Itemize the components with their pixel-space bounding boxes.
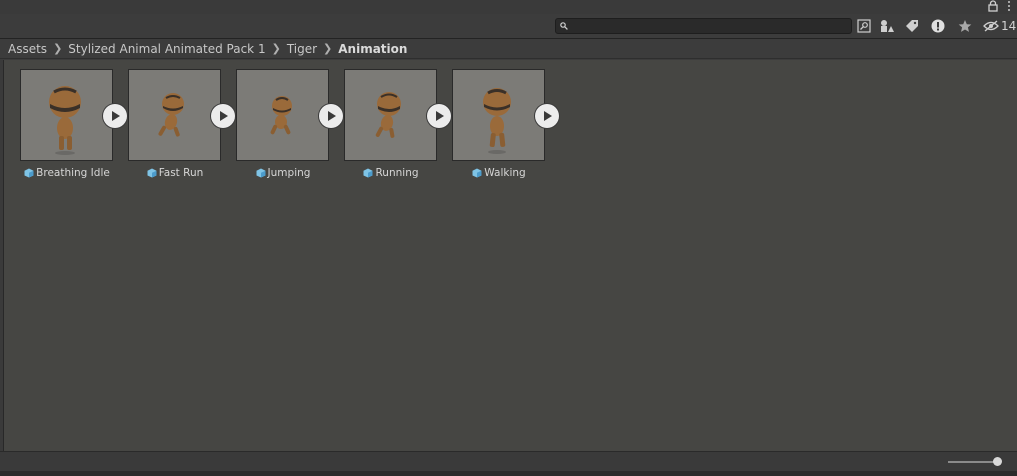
window-title-bar (0, 0, 1017, 14)
breadcrumb-item-tiger[interactable]: Tiger (287, 42, 317, 56)
asset-thumbnail[interactable] (452, 69, 545, 161)
breadcrumb-item-current: Animation (338, 41, 408, 56)
asset-thumbnail[interactable] (236, 69, 329, 161)
tiger-character-preview (49, 86, 81, 155)
project-toolbar: 14 (0, 14, 1017, 39)
filter-by-label-icon[interactable] (902, 17, 922, 35)
tiger-character-preview (483, 88, 511, 154)
asset-label: Fast Run (128, 167, 222, 179)
asset-label: Breathing Idle (20, 167, 114, 179)
play-animation-button[interactable] (319, 104, 343, 128)
tiger-character-preview (375, 92, 401, 138)
asset-thumbnail[interactable] (344, 69, 437, 161)
filter-by-type-icon[interactable] (877, 17, 897, 35)
tiger-character-preview (270, 96, 292, 135)
prefab-cube-icon (256, 168, 266, 178)
kebab-menu-icon[interactable] (1007, 1, 1011, 13)
prefab-cube-icon (24, 168, 34, 178)
prefab-cube-icon (363, 168, 373, 178)
zoom-slider-handle[interactable] (993, 457, 1002, 466)
search-icon (560, 22, 568, 30)
asset-thumbnail[interactable] (128, 69, 221, 161)
bottom-edge (0, 471, 1017, 476)
play-animation-button[interactable] (427, 104, 451, 128)
breadcrumb-item-assets[interactable]: Assets (8, 42, 47, 56)
tiger-character-preview (158, 93, 184, 137)
log-type-icon[interactable] (928, 17, 948, 35)
breadcrumb-item-pack[interactable]: Stylized Animal Animated Pack 1 (68, 42, 265, 56)
asset-label: Walking (452, 167, 546, 179)
asset-thumbnail[interactable] (20, 69, 113, 161)
asset-label: Running (344, 167, 438, 179)
play-animation-button[interactable] (535, 104, 559, 128)
hidden-packages-toggle[interactable]: 14 (983, 17, 1016, 35)
chevron-right-icon: ❯ (271, 42, 281, 55)
search-by-type-icon[interactable] (854, 17, 874, 35)
search-field[interactable] (555, 18, 852, 34)
asset-grid: Breathing Idle Fast Run Jumping Running … (4, 60, 1017, 451)
search-input[interactable] (570, 19, 846, 33)
breadcrumb: Assets ❯ Stylized Animal Animated Pack 1… (0, 39, 1017, 59)
prefab-cube-icon (472, 168, 482, 178)
prefab-cube-icon (147, 168, 157, 178)
play-animation-button[interactable] (103, 104, 127, 128)
status-bar (0, 451, 1017, 476)
chevron-right-icon: ❯ (53, 42, 63, 55)
asset-label: Jumping (236, 167, 330, 179)
favorites-star-icon[interactable] (955, 17, 975, 35)
eye-slash-icon (983, 20, 999, 32)
play-animation-button[interactable] (211, 104, 235, 128)
chevron-right-icon: ❯ (323, 42, 333, 55)
lock-icon[interactable] (988, 0, 998, 12)
zoom-slider-track[interactable] (948, 461, 998, 463)
hidden-count: 14 (1001, 19, 1017, 33)
